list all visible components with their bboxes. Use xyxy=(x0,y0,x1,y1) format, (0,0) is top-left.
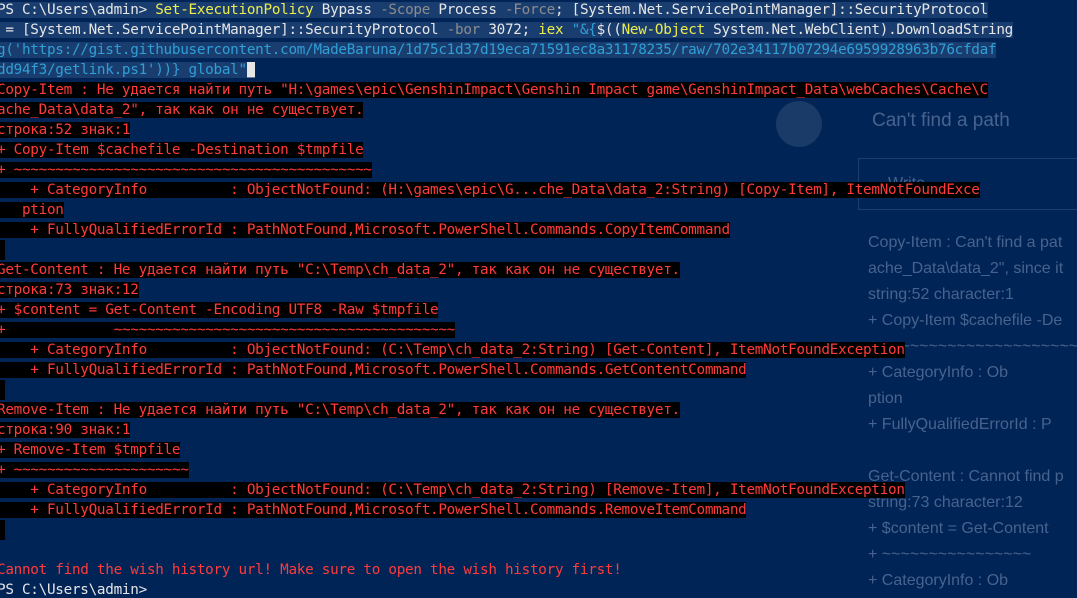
error-line xyxy=(0,520,1013,540)
console-output[interactable]: PS C:\Users\admin> Set-ExecutionPolicy B… xyxy=(0,0,1013,598)
error-line: + CategoryInfo : ObjectNotFound: (H:\gam… xyxy=(0,180,1013,200)
error-line: ache_Data\data_2", так как он не существ… xyxy=(0,100,1013,120)
error-block-end xyxy=(0,240,5,260)
prompt-line: PS C:\Users\admin> xyxy=(0,580,1013,598)
error-line: + Remove-Item $tmpfile xyxy=(0,440,1013,460)
error-line xyxy=(0,240,1013,260)
error-text: ache_Data\data_2", так как он не существ… xyxy=(0,102,364,118)
command-token: System.Net.WebClient).DownloadString xyxy=(704,22,1013,38)
error-line: + CategoryInfo : ObjectNotFound: (C:\Tem… xyxy=(0,340,1013,360)
command-token: PS C:\Users\admin> xyxy=(0,2,156,18)
command-line: = [System.Net.ServicePointManager]::Secu… xyxy=(0,20,1013,40)
error-line: + CategoryInfo : ObjectNotFound: (C:\Tem… xyxy=(0,480,1013,500)
error-text: + CategoryInfo : ObjectNotFound: (C:\Tem… xyxy=(0,482,905,498)
error-text: Copy-Item : Не удается найти путь "H:\ga… xyxy=(0,82,988,98)
error-line: ption xyxy=(0,200,1013,220)
error-text: + ~~~~~~~~~~~~~~~~~~~~~~~~~~~~~~~~~~~~~~… xyxy=(0,162,372,178)
error-message: Cannot find the wish history url! Make s… xyxy=(0,562,622,578)
error-line: + $content = Get-Content -Encoding UTF8 … xyxy=(0,300,1013,320)
command-token: Bypass xyxy=(313,2,381,18)
error-text: Get-Content : Не удается найти путь "C:\… xyxy=(0,262,680,278)
error-line: Copy-Item : Не удается найти путь "H:\ga… xyxy=(0,80,1013,100)
error-text: + ~~~~~~~~~~~~~~~~~~~~~ xyxy=(0,462,189,478)
command-token: PS C:\Users\admin> xyxy=(0,582,147,598)
text-cursor: _ xyxy=(246,62,256,78)
error-block-end xyxy=(0,520,5,540)
command-token: g('https://gist.githubusercontent.com/Ma… xyxy=(0,42,997,58)
command-token: Set-ExecutionPolicy xyxy=(155,2,314,18)
error-line: + FullyQualifiedErrorId : PathNotFound,M… xyxy=(0,500,1013,520)
error-line: Remove-Item : Не удается найти путь "C:\… xyxy=(0,400,1013,420)
error-text: + CategoryInfo : ObjectNotFound: (H:\gam… xyxy=(0,182,980,198)
error-text: + Copy-Item $cachefile -Destination $tmp… xyxy=(0,142,364,158)
error-line: строка:52 знак:1 xyxy=(0,120,1013,140)
error-text: ption xyxy=(0,202,64,218)
error-text: + CategoryInfo : ObjectNotFound: (C:\Tem… xyxy=(0,342,905,358)
command-token: 3072; xyxy=(480,22,539,38)
command-token: iex xyxy=(538,22,564,38)
error-text: + Remove-Item $tmpfile xyxy=(0,442,180,458)
command-token: dd94f3/getlink.ps1'))} global" xyxy=(0,62,247,78)
error-text: строка:52 знак:1 xyxy=(0,122,131,138)
error-line: Get-Content : Не удается найти путь "C:\… xyxy=(0,260,1013,280)
command-token: -bor xyxy=(446,22,480,38)
command-line: dd94f3/getlink.ps1'))} global"_ xyxy=(0,60,1013,80)
error-text: + ~~~~~~~~~~~~~~~~~~~~~~~~~~~~~~~~~~~~~~… xyxy=(0,322,455,338)
error-line: + FullyQualifiedErrorId : PathNotFound,M… xyxy=(0,220,1013,240)
powershell-console-window[interactable]: Can't find a path Write Copy-Item : Can'… xyxy=(0,0,1077,598)
error-line: + ~~~~~~~~~~~~~~~~~~~~~~~~~~~~~~~~~~~~~~… xyxy=(0,160,1013,180)
error-text: строка:90 знак:1 xyxy=(0,422,131,438)
error-line: строка:90 знак:1 xyxy=(0,420,1013,440)
command-token: $(( xyxy=(596,22,622,38)
command-line: PS C:\Users\admin> Set-ExecutionPolicy B… xyxy=(0,0,1013,20)
command-token: -Scope xyxy=(380,2,431,18)
command-token: "&{ xyxy=(563,22,597,38)
error-message-line: Cannot find the wish history url! Make s… xyxy=(0,560,1013,580)
error-line: + ~~~~~~~~~~~~~~~~~~~~~~~~~~~~~~~~~~~~~~… xyxy=(0,320,1013,340)
error-line: строка:73 знак:12 xyxy=(0,280,1013,300)
error-text: + FullyQualifiedErrorId : PathNotFound,M… xyxy=(0,362,747,378)
command-token: ; [System.Net.ServicePointManager]::Secu… xyxy=(554,2,989,18)
error-line: + FullyQualifiedErrorId : PathNotFound,M… xyxy=(0,360,1013,380)
error-text: Remove-Item : Не удается найти путь "C:\… xyxy=(0,402,680,418)
command-line: g('https://gist.githubusercontent.com/Ma… xyxy=(0,40,1013,60)
error-line: + Copy-Item $cachefile -Destination $tmp… xyxy=(0,140,1013,160)
error-line xyxy=(0,380,1013,400)
command-token: = [System.Net.ServicePointManager]::Secu… xyxy=(0,22,447,38)
error-text: + FullyQualifiedErrorId : PathNotFound,M… xyxy=(0,502,747,518)
error-block-end xyxy=(0,380,5,400)
command-token: Process xyxy=(430,2,506,18)
error-text: + $content = Get-Content -Encoding UTF8 … xyxy=(0,302,439,318)
error-text: строка:73 знак:12 xyxy=(0,282,139,298)
error-text: + FullyQualifiedErrorId : PathNotFound,M… xyxy=(0,222,730,238)
error-line: + ~~~~~~~~~~~~~~~~~~~~~ xyxy=(0,460,1013,480)
command-token: New-Object xyxy=(621,22,705,38)
command-token: -Force xyxy=(505,2,555,18)
